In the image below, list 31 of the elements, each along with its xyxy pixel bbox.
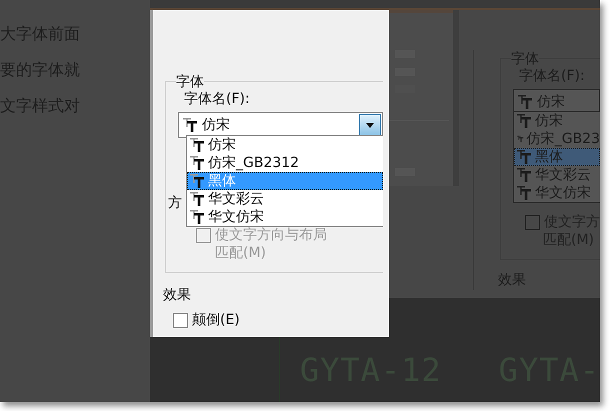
truetype-icon xyxy=(517,168,532,182)
truetype-icon xyxy=(183,118,198,132)
font-option[interactable]: 华文仿宋 xyxy=(514,184,600,202)
font-option[interactable]: 华文仿宋 xyxy=(187,208,383,226)
font-option[interactable]: 华文彩云 xyxy=(187,190,383,208)
truetype-icon xyxy=(190,138,205,152)
group-title: 字体 xyxy=(176,74,204,90)
truetype-icon xyxy=(190,156,205,170)
field-label: 字体名(F): xyxy=(184,90,251,108)
font-option[interactable]: 仿宋_GB2312 xyxy=(187,154,383,172)
checkbox-label: 颠倒(E) xyxy=(192,311,240,329)
caret-icon xyxy=(366,122,374,128)
truetype-icon xyxy=(517,186,532,200)
truetype-icon xyxy=(190,174,205,188)
font-option[interactable]: 黑体 xyxy=(514,148,600,166)
dropdown-arrow-button[interactable] xyxy=(359,114,381,136)
font-option[interactable]: 仿宋 xyxy=(514,112,600,130)
truetype-icon xyxy=(190,210,205,224)
checkbox-label: 使文字方向与布局 xyxy=(215,226,327,244)
checkbox-label: 匹配(M) xyxy=(214,244,268,262)
group-title: 效果 xyxy=(163,287,191,303)
field-label: 方 xyxy=(168,194,182,212)
checkbox[interactable] xyxy=(173,313,188,328)
font-option[interactable]: 华文彩云 xyxy=(514,166,600,184)
truetype-icon xyxy=(517,150,532,164)
font-option[interactable]: 黑体 xyxy=(187,172,383,190)
font-option[interactable]: 仿宋_GB23 xyxy=(514,130,600,148)
truetype-icon xyxy=(518,95,533,109)
truetype-icon xyxy=(517,114,532,128)
font-option[interactable]: 仿宋 xyxy=(187,136,383,154)
truetype-icon xyxy=(190,192,205,206)
